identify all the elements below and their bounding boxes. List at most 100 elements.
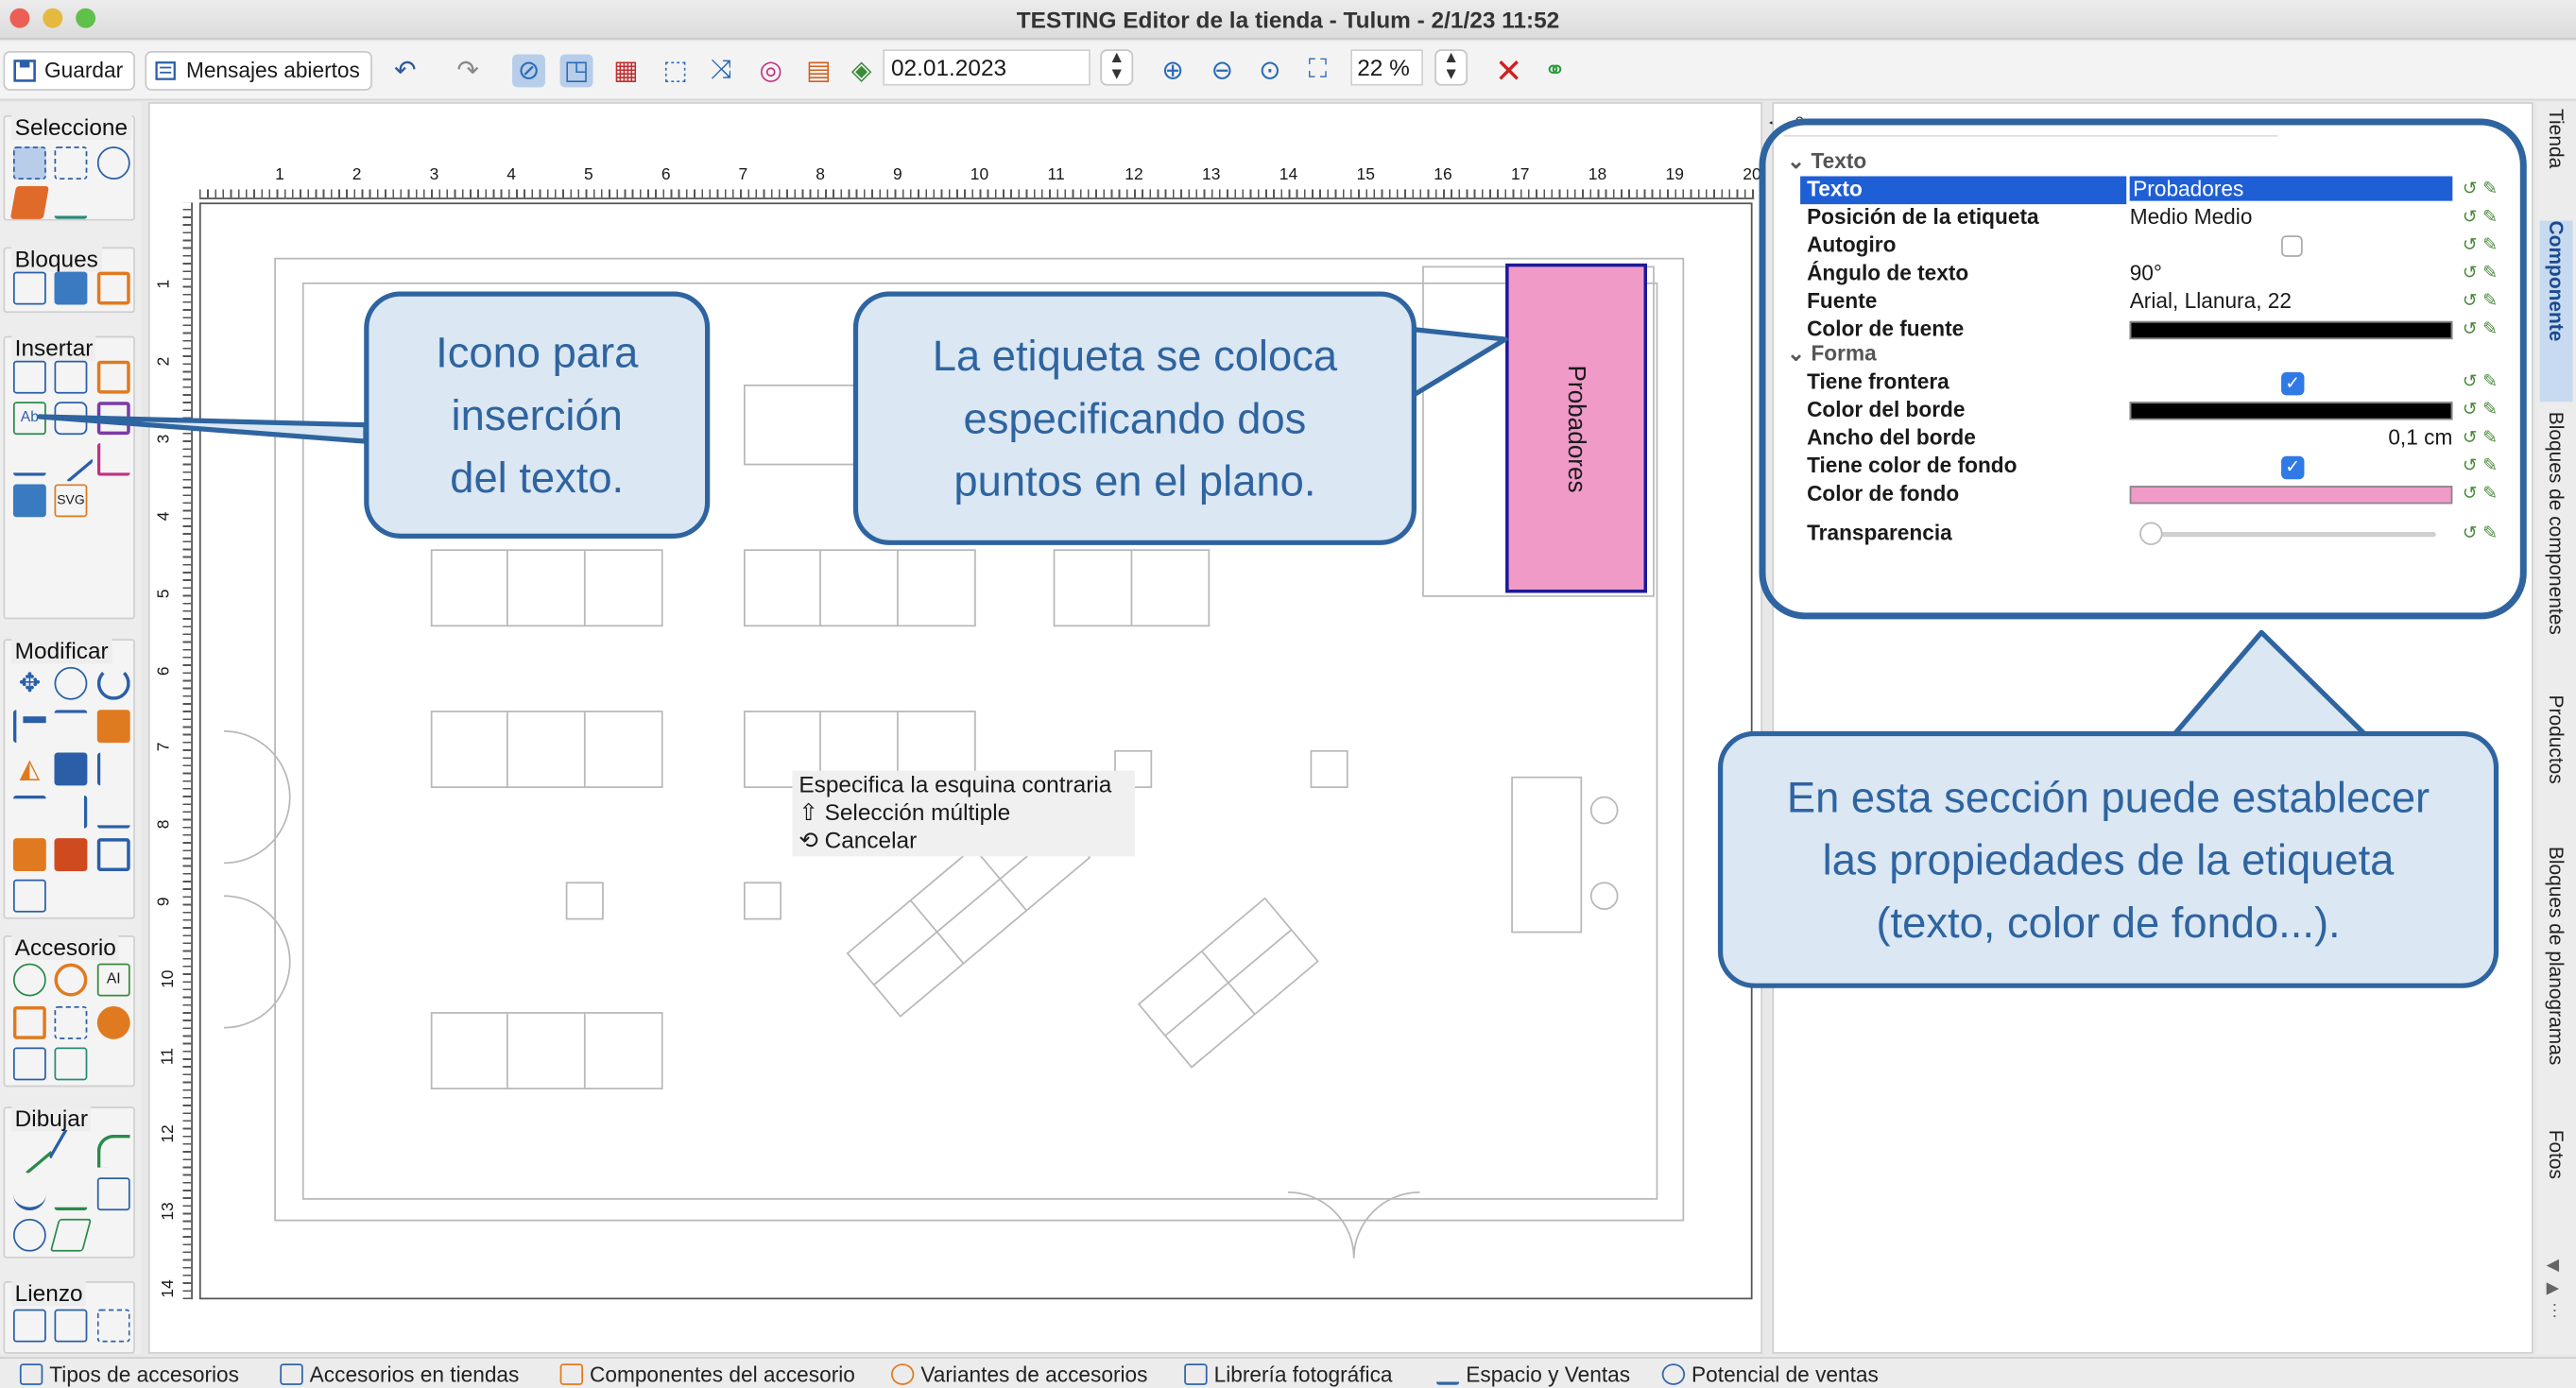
floor-plan-canvas[interactable]: 1 2 3 4 5 6 7 8 9 10 11 12 13 14 15 16 17 18 19 20 12345678… xyxy=(147,102,1780,1354)
draw-arc-icon[interactable] xyxy=(96,1134,130,1168)
camera-target-icon[interactable]: ◎ xyxy=(754,55,787,88)
select-multiple-icon[interactable] xyxy=(54,146,88,180)
copy-icon[interactable] xyxy=(54,666,88,700)
link-icon[interactable]: ⚭ xyxy=(1538,55,1571,88)
align-right-icon[interactable] xyxy=(96,752,130,786)
ungroup-icon[interactable] xyxy=(54,838,88,872)
tab-accessories-in-stores[interactable]: Accesorios en tiendas xyxy=(280,1362,519,1387)
canvas-settings-icon[interactable] xyxy=(54,1309,88,1343)
canvas-size-icon[interactable] xyxy=(12,1309,46,1343)
tab-component-blocks[interactable]: Bloques de componentes xyxy=(2540,412,2573,676)
draw-circle-icon[interactable] xyxy=(12,1218,46,1252)
layers-icon[interactable]: ◈ xyxy=(845,55,878,88)
order-icon[interactable] xyxy=(96,838,130,872)
insert-line-icon[interactable] xyxy=(47,436,94,483)
insert-photo-icon[interactable] xyxy=(54,402,88,436)
block-stack-icon[interactable] xyxy=(54,271,88,305)
insert-text-icon[interactable]: Ab xyxy=(12,402,46,436)
save-button[interactable]: Guardar xyxy=(3,51,135,91)
align-top-icon[interactable] xyxy=(54,710,88,743)
block-group-icon[interactable] xyxy=(96,271,130,305)
tab-sales-potential[interactable]: Potencial de ventas xyxy=(1661,1362,1879,1387)
zoom-extents-icon[interactable]: ⛶ xyxy=(1301,55,1334,88)
insert-planogram-icon[interactable] xyxy=(96,402,130,436)
accessory-ai-icon[interactable]: AI xyxy=(96,963,130,997)
draw-polyline-icon[interactable] xyxy=(48,1128,94,1174)
move-icon[interactable]: ✥ xyxy=(13,667,46,700)
draw-zigzag-icon[interactable] xyxy=(54,1177,88,1211)
insert-fixture-icon[interactable] xyxy=(54,360,88,394)
insert-shelf-icon[interactable] xyxy=(12,360,46,394)
right-sidebar: Tienda Componente Bloques de componentes… xyxy=(2536,102,2576,1354)
insert-svg-icon[interactable]: SVG xyxy=(54,484,88,518)
block-icon[interactable] xyxy=(12,271,46,305)
section-accessory: Accesorio AI xyxy=(3,934,135,1088)
mirror-icon[interactable]: ◭ xyxy=(13,753,46,786)
zoom-out-icon[interactable]: ⊖ xyxy=(1206,55,1239,88)
store-label-probadores[interactable]: Probadores xyxy=(1505,263,1647,593)
rotate-icon[interactable] xyxy=(96,666,130,700)
draw-rectangle-icon[interactable] xyxy=(96,1177,130,1211)
store-label-text: Probadores xyxy=(1562,364,1590,492)
canvas-grid-icon[interactable] xyxy=(96,1309,130,1343)
layers-color-icon[interactable]: ▤ xyxy=(802,55,835,88)
date-input[interactable]: 02.01.2023 xyxy=(883,49,1091,86)
draw-polygon-icon[interactable] xyxy=(49,1218,93,1252)
insert-dimension-icon[interactable] xyxy=(12,443,46,476)
grid-icon[interactable]: ▦ xyxy=(610,55,643,88)
accessory-select-icon[interactable] xyxy=(54,1005,88,1039)
delete-icon[interactable]: ✕ xyxy=(1492,54,1525,90)
tab-products[interactable]: Productos xyxy=(2540,695,2573,827)
group-icon[interactable] xyxy=(12,838,46,872)
accessory-tree-icon[interactable] xyxy=(12,963,46,997)
arrange-icon[interactable] xyxy=(55,795,88,829)
resize-icon[interactable] xyxy=(12,879,46,913)
accessory-swap-icon[interactable] xyxy=(54,1047,88,1081)
snap-angle-icon[interactable]: ⊘ xyxy=(512,54,545,88)
tab-photo-library[interactable]: Librería fotográfica xyxy=(1184,1362,1393,1387)
tab-accessory-variants[interactable]: Variantes de accesorios xyxy=(890,1362,1147,1387)
connect-icon[interactable]: ⤨ xyxy=(705,55,738,88)
tab-store[interactable]: Tienda xyxy=(2540,109,2573,208)
select-layer-icon[interactable] xyxy=(9,185,49,219)
tab-planogram-blocks[interactable]: Bloques de planogramas xyxy=(2540,847,2573,1110)
open-messages-button[interactable]: Mensajes abiertos xyxy=(145,51,372,91)
ruler-v-tick: 14 xyxy=(160,1278,179,1298)
insert-angle-icon[interactable] xyxy=(96,442,130,476)
menu-item-opposite-corner[interactable]: Especifica la esquina contraria xyxy=(792,771,1135,799)
undo-icon[interactable]: ↶ xyxy=(388,55,421,88)
insert-table-icon[interactable] xyxy=(96,360,130,394)
title-bar: TESTING Editor de la tienda - Tulum - 2/… xyxy=(0,0,2576,40)
accessory-list-icon[interactable] xyxy=(12,1047,46,1081)
sidebar-scroll-arrows[interactable]: ◀ ▶ ⋮ xyxy=(2547,1255,2563,1324)
menu-item-multiple-selection[interactable]: ⇧ Selección múltiple xyxy=(792,798,1135,827)
align-bottom-icon[interactable] xyxy=(96,796,130,829)
redo-icon[interactable]: ↷ xyxy=(452,55,485,88)
tab-accessory-components[interactable]: Componentes del accesorio xyxy=(559,1362,855,1387)
select-tool-icon[interactable] xyxy=(12,146,46,180)
tab-space-sales[interactable]: Espacio y Ventas xyxy=(1435,1362,1630,1387)
accessory-add-icon[interactable] xyxy=(96,1005,130,1039)
tab-photos[interactable]: Fotos xyxy=(2540,1130,2573,1223)
accessory-link-icon[interactable] xyxy=(54,963,88,997)
zoom-fit-icon[interactable]: ⊙ xyxy=(1253,55,1286,88)
select-circle-icon[interactable] xyxy=(96,146,130,180)
grid-snap-icon[interactable]: ◳ xyxy=(559,54,593,88)
spacing-icon[interactable] xyxy=(54,752,88,786)
zoom-in-icon[interactable]: ⊕ xyxy=(1157,55,1190,88)
tab-component[interactable]: Componente xyxy=(2539,220,2573,403)
insert-image-icon[interactable] xyxy=(12,484,46,518)
tab-accessory-types[interactable]: Tipos de accesorios xyxy=(19,1362,239,1387)
select-path-icon[interactable] xyxy=(54,186,88,219)
draw-line-icon[interactable] xyxy=(6,1127,53,1174)
align-center-icon[interactable] xyxy=(12,795,46,829)
zoom-stepper[interactable]: ▲ ▼ xyxy=(1434,49,1468,86)
align-left-icon[interactable] xyxy=(12,710,46,744)
date-stepper[interactable]: ▲ ▼ xyxy=(1100,49,1134,86)
accessory-grid-icon[interactable] xyxy=(12,1005,46,1039)
draw-curve-icon[interactable] xyxy=(12,1177,46,1211)
distribute-icon[interactable] xyxy=(96,710,130,744)
menu-item-cancel[interactable]: ⟲ Cancelar xyxy=(792,827,1135,855)
select-area-icon[interactable]: ⬚ xyxy=(659,55,692,88)
zoom-input[interactable]: 22 % xyxy=(1350,49,1423,86)
